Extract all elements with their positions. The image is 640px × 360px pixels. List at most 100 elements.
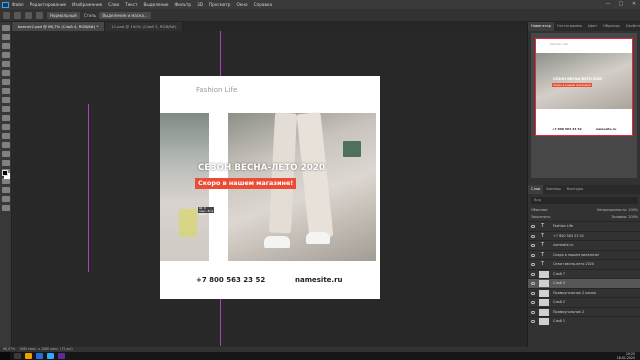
eye-icon[interactable] bbox=[531, 291, 535, 295]
layer-filter-input[interactable]: Вид bbox=[531, 197, 638, 204]
pen-icon[interactable] bbox=[2, 160, 10, 166]
tab-11[interactable]: 11.psd @ 100% (Слой 3, RGB/8#) bbox=[105, 22, 184, 31]
eye-icon[interactable] bbox=[531, 253, 535, 257]
photo-shoe bbox=[306, 232, 330, 244]
navigator-tabs: Навигатор Гистограмма Цвет Образцы Свойс… bbox=[528, 22, 640, 31]
layer-row[interactable]: T Сезон весна-лето 2020 bbox=[528, 259, 640, 269]
eye-icon[interactable] bbox=[531, 244, 535, 247]
layer-row[interactable]: Прямоугольник 2 копия bbox=[528, 287, 640, 298]
clone-stamp-icon[interactable] bbox=[2, 106, 10, 112]
blur-icon[interactable] bbox=[2, 142, 10, 148]
cta-badge[interactable]: Скоро в нашем магазине! bbox=[195, 178, 297, 189]
browser-icon[interactable] bbox=[36, 353, 43, 359]
mode-select[interactable]: Нормальный bbox=[47, 11, 80, 19]
brand-text[interactable]: Fashion Life bbox=[196, 86, 237, 94]
subtract-selection-icon[interactable] bbox=[36, 11, 43, 19]
menu-type[interactable]: Текст bbox=[125, 0, 137, 9]
document-info: 1080 пикс. x 1080 пикс. (72 ppi) bbox=[19, 347, 73, 351]
brush-icon[interactable] bbox=[2, 97, 10, 103]
eye-icon[interactable] bbox=[531, 320, 535, 323]
opacity-field[interactable]: Непрозрачность: 100% bbox=[597, 207, 638, 214]
dodge-icon[interactable] bbox=[2, 151, 10, 157]
eraser-icon[interactable] bbox=[2, 124, 10, 130]
zoom-level[interactable]: 66,67% bbox=[3, 347, 15, 351]
layer-row[interactable]: T Скоро в нашем магазине! bbox=[528, 249, 640, 260]
layer-row[interactable]: Слой 4 bbox=[528, 278, 640, 288]
zoom-icon[interactable] bbox=[2, 205, 10, 211]
select-and-mask-button[interactable]: Выделение и маска... bbox=[99, 11, 151, 19]
search-icon[interactable] bbox=[14, 353, 21, 359]
lasso-icon[interactable] bbox=[2, 43, 10, 49]
rectangle-icon[interactable] bbox=[2, 187, 10, 193]
menu-filter[interactable]: Фильтр bbox=[175, 0, 192, 9]
menu-image[interactable]: Изображение bbox=[72, 0, 102, 9]
eye-icon[interactable] bbox=[531, 310, 535, 314]
fill-field[interactable]: Заливка: 100% bbox=[611, 214, 638, 221]
file-explorer-icon[interactable] bbox=[25, 353, 32, 359]
tab-color[interactable]: Цвет bbox=[585, 22, 600, 31]
layer-thumbnail bbox=[539, 280, 549, 287]
menu-file[interactable]: Файл bbox=[12, 0, 24, 9]
tab-properties[interactable]: Свойства bbox=[623, 22, 640, 31]
lock-label: Закрепить: bbox=[531, 215, 552, 219]
eyedropper-icon[interactable] bbox=[2, 79, 10, 85]
tab-layers[interactable]: Слои bbox=[528, 185, 544, 194]
healing-brush-icon[interactable] bbox=[2, 88, 10, 94]
layer-row[interactable]: Слой 2 bbox=[528, 297, 640, 307]
navigator-panel: Fashion Life СЕЗОН ВЕСНА-ЛЕТО 2020 Скоро… bbox=[531, 33, 637, 178]
eye-icon[interactable] bbox=[531, 282, 535, 285]
layer-row[interactable]: Прямоугольник 2 bbox=[528, 306, 640, 317]
layer-row[interactable]: Слой 7 bbox=[528, 268, 640, 279]
document-tabs: banner2.psd @ 66,7% (Слой 4, RGB/8#) * 1… bbox=[12, 22, 527, 31]
new-selection-icon[interactable] bbox=[14, 11, 21, 19]
maximize-icon[interactable]: □ bbox=[615, 0, 627, 9]
right-panels: Навигатор Гистограмма Цвет Образцы Свойс… bbox=[527, 22, 640, 347]
tab-paths[interactable]: Контуры bbox=[564, 185, 586, 194]
eye-icon[interactable] bbox=[531, 225, 535, 228]
layer-row[interactable]: Слой 1 bbox=[528, 316, 640, 326]
hand-icon[interactable] bbox=[2, 196, 10, 202]
marquee-tool-icon[interactable] bbox=[3, 11, 10, 19]
marquee-icon[interactable] bbox=[2, 34, 10, 40]
headline-text[interactable]: СЕЗОН ВЕСНА-ЛЕТО 2020 bbox=[198, 163, 325, 173]
eye-icon[interactable] bbox=[531, 234, 535, 238]
move-tool-icon[interactable] bbox=[2, 25, 10, 31]
frame-icon[interactable] bbox=[2, 70, 10, 76]
eye-icon[interactable] bbox=[531, 263, 535, 266]
photoshop-taskbar-icon[interactable] bbox=[47, 353, 54, 359]
add-selection-icon[interactable] bbox=[25, 11, 32, 19]
blend-mode-select[interactable]: Обычные bbox=[531, 207, 547, 214]
tab-channels[interactable]: Каналы bbox=[543, 185, 563, 194]
menu-select[interactable]: Выделение bbox=[144, 0, 169, 9]
tab-histogram[interactable]: Гистограмма bbox=[554, 22, 585, 31]
menu-layers[interactable]: Слои bbox=[108, 0, 119, 9]
menu-help[interactable]: Справка bbox=[254, 0, 272, 9]
gradient-icon[interactable] bbox=[2, 133, 10, 139]
tab-banner2[interactable]: banner2.psd @ 66,7% (Слой 4, RGB/8#) * bbox=[12, 22, 106, 31]
tab-navigator[interactable]: Навигатор bbox=[528, 22, 555, 31]
tool-bar bbox=[0, 22, 12, 347]
menu-3d[interactable]: 3D bbox=[197, 0, 203, 9]
tab-swatches[interactable]: Образцы bbox=[600, 22, 623, 31]
minimize-icon[interactable]: — bbox=[602, 0, 614, 9]
menu-view[interactable]: Просмотр bbox=[209, 0, 231, 9]
layer-thumbnail bbox=[539, 270, 549, 278]
app-icon[interactable] bbox=[58, 353, 65, 359]
foreground-color-swatch[interactable] bbox=[2, 170, 8, 176]
layer-row[interactable]: Tnamesite.ru bbox=[528, 240, 640, 250]
menu-window[interactable]: Окно bbox=[236, 0, 247, 9]
close-icon[interactable]: ✕ bbox=[628, 0, 640, 9]
phone-text[interactable]: +7 800 563 23 52 bbox=[196, 276, 265, 284]
menu-edit[interactable]: Редактирование bbox=[30, 0, 67, 9]
navigator-thumbnail[interactable]: Fashion Life СЕЗОН ВЕСНА-ЛЕТО 2020 Скоро… bbox=[535, 38, 633, 136]
layer-row[interactable]: T Fashion Life bbox=[528, 221, 640, 231]
crop-icon[interactable] bbox=[2, 61, 10, 67]
layer-row[interactable]: T +7 800 563 23 52 bbox=[528, 230, 640, 241]
windows-start-icon[interactable] bbox=[0, 352, 10, 360]
document-canvas[interactable]: Fashion Life СЕЗОН ВЕСНА-ЛЕТО 2020 Скоро… bbox=[160, 76, 380, 299]
site-text[interactable]: namesite.ru bbox=[295, 276, 343, 284]
quick-select-icon[interactable] bbox=[2, 52, 10, 58]
history-brush-icon[interactable] bbox=[2, 115, 10, 121]
eye-icon[interactable] bbox=[531, 272, 535, 276]
eye-icon[interactable] bbox=[531, 301, 535, 304]
